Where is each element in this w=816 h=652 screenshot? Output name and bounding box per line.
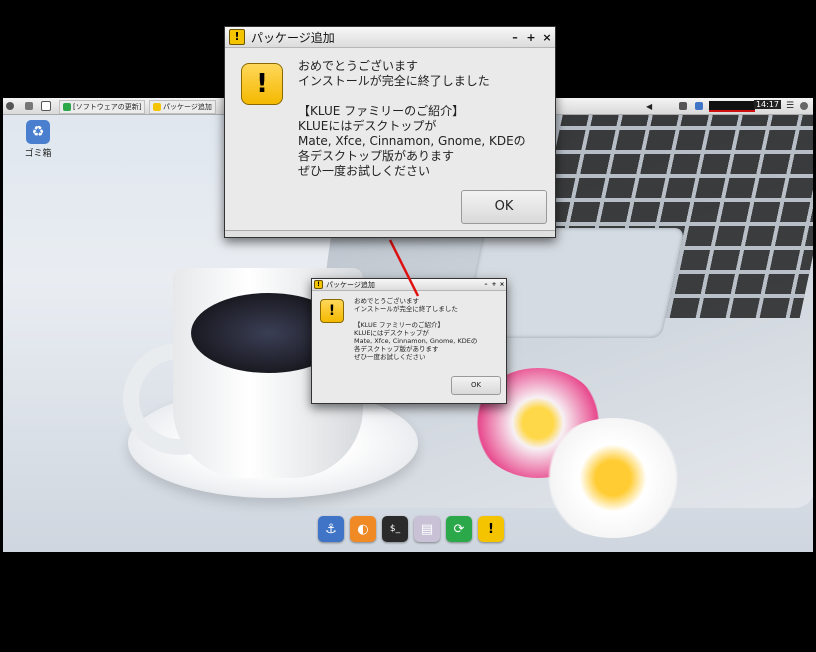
ok-button[interactable]: OK — [461, 190, 547, 224]
maximize-button[interactable]: + — [523, 31, 539, 44]
dialog-message: おめでとうございます インストールが完全に終了しました 【KLUE ファミリーの… — [298, 59, 526, 178]
warning-icon: ! — [229, 29, 245, 45]
window-controls: – + × — [507, 31, 555, 44]
dialog-bottom-edge — [225, 230, 555, 237]
warning-icon: ! — [241, 63, 283, 105]
close-button[interactable]: × — [539, 31, 555, 44]
minimize-button[interactable]: – — [507, 31, 523, 44]
package-add-dialog-zoomed: ! パッケージ追加 – + × ! おめでとうございます インストールが完全に終… — [224, 26, 556, 238]
dialog-title: パッケージ追加 — [251, 30, 335, 45]
dialog-titlebar[interactable]: ! パッケージ追加 – + × — [225, 27, 555, 48]
